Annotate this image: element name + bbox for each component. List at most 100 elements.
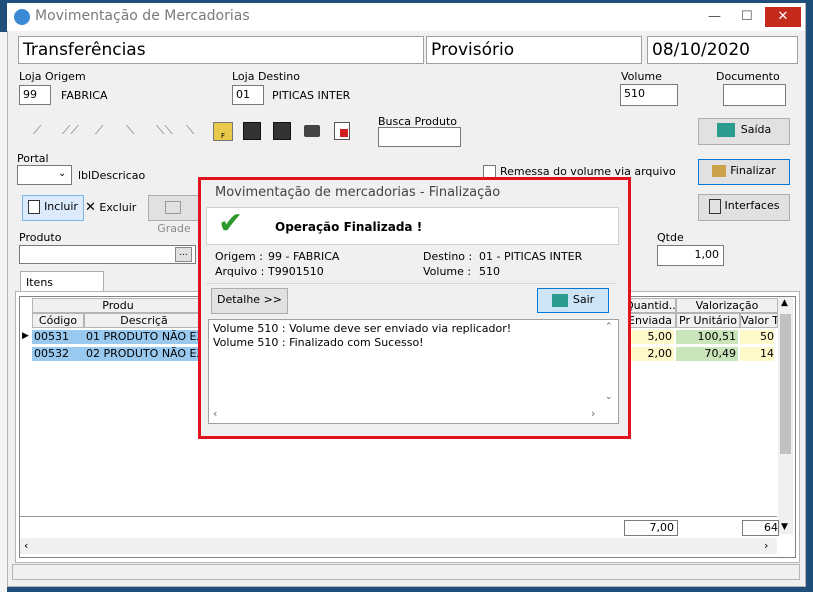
grid-group-quantidade: Quantid... [624,298,676,313]
prior-page-icon[interactable]: ⟋⟋ [62,123,79,138]
dialog-volume-value: 510 [479,265,500,278]
log-scroll-left-icon[interactable]: ‹ [213,407,217,420]
log-scroll-right-icon[interactable]: › [591,407,595,420]
dialog-origem-value: 99 - FABRICA [268,250,340,263]
prior-record-icon[interactable]: ⟋ [95,123,103,138]
scroll-down-icon[interactable]: ▼ [781,522,788,532]
interfaces-icon [708,198,721,214]
excluir-button-label: Excluir [99,201,137,214]
dialog-destino-value: 01 - PITICAS INTER [479,250,583,263]
dialog-log-line: Volume 510 : Finalizado com Sucesso! [213,336,424,349]
table-row-valor-total: 50 [740,330,774,344]
table-row-enviada: 5,00 [624,330,674,344]
loja-origem-nome: FABRICA [61,89,108,102]
tab-itens-lancados[interactable]: Itens Lançados [20,271,104,302]
volume-label: Volume [621,70,662,83]
grid-horizontal-scrollbar[interactable] [20,538,777,554]
data-movimento: 08/10/2020 [647,36,798,64]
table-row-descricao: 02 PRODUTO NÃO EXC [86,347,198,360]
tipo-movimento: Transferências [18,36,424,64]
grade-button-label: Grade [157,222,191,235]
grid-icon [164,200,181,214]
filter-icon[interactable]: F [213,122,233,141]
dialog-title: Movimentação de mercadorias - Finalizaçã… [215,185,501,200]
delete-x-icon: ✕ [85,200,96,215]
finalize-icon [712,165,727,177]
produto-label: Produto [19,231,62,244]
footer-total-qtd: 7,00 [624,520,678,536]
minimize-button[interactable]: — [708,9,721,24]
grid-col-pr-unitario[interactable]: Pr Unitário [676,313,740,328]
interfaces-button-label: Interfaces [724,199,780,212]
table-row-enviada: 2,00 [624,347,674,361]
export-icon[interactable] [334,122,350,140]
app-icon [14,9,30,25]
incluir-button-label: Incluir [44,200,78,213]
save-disk-icon[interactable] [243,122,261,140]
dialog-log-line: Volume 510 : Volume deve ser enviado via… [213,322,512,335]
exit-door-icon [551,293,568,307]
detalhe-button[interactable]: Detalhe >> [211,288,288,314]
print-icon[interactable] [304,125,320,137]
grade-button[interactable]: Grade [148,195,200,235]
dialog-origem-label: Origem : [215,250,263,263]
incluir-button[interactable]: Incluir [22,195,84,221]
portal-label: Portal [17,152,49,165]
row-indicator-icon: ▶ [22,331,29,341]
table-row-descricao: 01 PRODUTO NÃO EXC [86,330,198,343]
check-icon: ✔ [218,206,244,241]
grid-col-enviada[interactable]: Enviada [624,313,676,328]
log-scroll-down-icon[interactable]: ⌄ [605,392,613,402]
loja-origem-label: Loja Origem [19,70,86,83]
scroll-right-icon[interactable]: › [764,539,768,552]
scroll-thumb[interactable] [780,314,791,454]
produto-lookup-button[interactable]: ... [175,247,192,262]
window-title: Movimentação de Mercadorias [35,8,250,24]
sair-button-label: Sair [572,293,595,306]
next-page-icon[interactable]: ⟍⟍ [156,123,173,138]
finalizar-button[interactable]: Finalizar [698,159,790,185]
footer-total-valor: 64 [742,520,779,536]
grid-col-valor-total[interactable]: Valor T [740,313,778,328]
volume-input[interactable]: 510 [620,84,678,106]
status-movimento: Provisório [426,36,642,64]
saida-button[interactable]: Saída [698,118,790,145]
interfaces-button[interactable]: Interfaces [698,194,790,221]
qtde-input[interactable]: 1,00 [657,245,724,266]
exit-door-icon [716,123,735,137]
close-button[interactable]: ✕ [765,7,801,27]
saida-button-label: Saída [740,123,772,136]
footer-row [20,516,777,517]
table-row-codigo: 00532 [34,347,69,360]
table-row-pr-unitario: 100,51 [676,330,738,344]
log-scroll-up-icon[interactable]: ⌃ [605,322,613,332]
loja-origem-codigo[interactable]: 99 [19,85,51,105]
grid-group-valorizacao: Valorização [676,298,778,313]
new-document-icon [28,200,41,214]
loja-destino-label: Loja Destino [232,70,300,83]
grid-col-codigo[interactable]: Código [32,313,84,328]
sair-button[interactable]: Sair [537,288,609,313]
documento-input[interactable] [723,84,786,106]
portal-select-chevron-down-icon[interactable]: ⌄ [58,168,66,179]
last-record-icon[interactable]: ⟍ [186,123,194,138]
excluir-button[interactable]: ✕ Excluir [85,200,136,215]
grid-col-descricao[interactable]: Descriçã [84,313,204,328]
edit-disk-icon[interactable] [273,122,291,140]
dialog-message: Operação Finalizada ! [275,220,423,234]
dialog-arquivo-label: Arquivo : [215,265,265,278]
status-bar [12,564,800,580]
table-row-valor-total: 14 [740,347,774,361]
qtde-label: Qtde [657,231,684,244]
scroll-left-icon[interactable]: ‹ [24,539,28,552]
dialog-volume-label: Volume : [423,265,472,278]
dialog-arquivo-value: T9901510 [268,265,324,278]
loja-destino-codigo[interactable]: 01 [232,85,264,105]
scroll-up-icon[interactable]: ▲ [781,298,788,308]
next-record-icon[interactable]: ⟍ [126,123,134,138]
maximize-button[interactable]: ☐ [741,9,753,24]
table-row-codigo: 00531 [34,330,69,343]
busca-produto-input[interactable] [378,127,461,147]
first-record-icon[interactable]: ⟋ [33,123,41,138]
produto-input[interactable] [19,245,196,264]
